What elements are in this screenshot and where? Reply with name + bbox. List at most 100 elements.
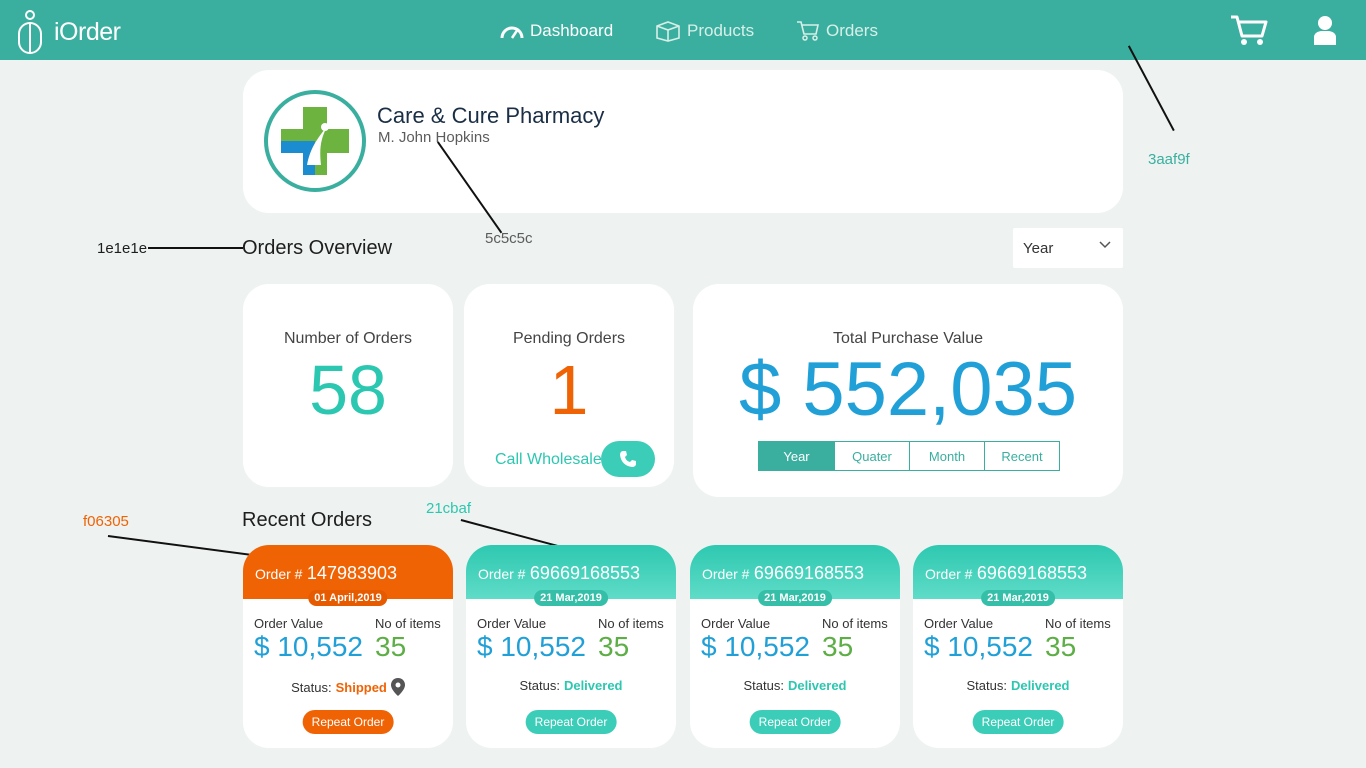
- pending-orders-card: Pending Orders 1 Call Wholesaler: [464, 284, 674, 487]
- total-purchase-card: Total Purchase Value $ 552,035 Year Quat…: [693, 284, 1123, 497]
- order-number-prefix: Order #: [925, 566, 973, 582]
- order-card[interactable]: Order # 69669168553 21 Mar,2019 Order Va…: [690, 545, 900, 748]
- order-status-value: Delivered: [1010, 678, 1070, 693]
- order-header: Order # 147983903 01 April,2019: [243, 545, 453, 606]
- order-items-label: No of items: [1045, 616, 1111, 631]
- tab-recent[interactable]: Recent: [984, 442, 1059, 470]
- order-card[interactable]: Order # 147983903 01 April,2019 Order Va…: [243, 545, 453, 748]
- annotation-header-color: 3aaf9f: [1148, 151, 1190, 168]
- order-value-label: Order Value: [254, 616, 324, 631]
- tab-year[interactable]: Year: [759, 442, 834, 470]
- number-of-orders-value: 58: [309, 351, 387, 429]
- app-logo-icon[interactable]: [14, 9, 46, 55]
- pending-orders-label: Pending Orders: [512, 330, 626, 347]
- order-number-prefix: Order #: [478, 566, 526, 582]
- annotation-orange-color: f06305: [83, 513, 129, 530]
- call-wholesaler-label[interactable]: Call Wholesaler: [495, 451, 607, 469]
- speedometer-icon: [500, 26, 524, 39]
- app-name[interactable]: iOrder: [54, 18, 121, 47]
- order-value: $ 10,552: [477, 631, 586, 662]
- order-value-label: Order Value: [477, 616, 547, 631]
- repeat-order-button[interactable]: Repeat Order: [302, 710, 394, 734]
- period-select-value: Year: [1023, 239, 1054, 257]
- order-status: Status: Delivered: [466, 678, 676, 693]
- order-status-label: Status:: [291, 679, 332, 695]
- order-status: Status: Delivered: [913, 678, 1123, 693]
- order-header: Order # 69669168553 21 Mar,2019: [690, 545, 900, 606]
- user-icon[interactable]: [1313, 15, 1337, 45]
- profile-card: Care & Cure Pharmacy M. John Hopkins: [243, 70, 1123, 213]
- total-purchase-label: Total Purchase Value: [832, 330, 983, 347]
- top-nav-bar: iOrder Dashboard Products Orders: [0, 0, 1366, 60]
- order-items-label: No of items: [598, 616, 664, 631]
- order-status-value: Delivered: [563, 678, 623, 693]
- pharmacy-name: Care & Cure Pharmacy: [377, 103, 605, 128]
- order-date: 21 Mar,2019: [534, 590, 608, 606]
- owner-name: M. John Hopkins: [378, 129, 490, 146]
- annotation-title-color: 1e1e1e: [97, 240, 148, 257]
- nav-orders[interactable]: Orders: [796, 18, 878, 44]
- chevron-down-icon: [1099, 241, 1111, 249]
- repeat-order-button[interactable]: Repeat Order: [749, 710, 841, 734]
- order-value-label: Order Value: [701, 616, 771, 631]
- order-number: 69669168553: [976, 563, 1088, 583]
- order-value: $ 10,552: [924, 631, 1033, 662]
- order-header: Order # 69669168553 21 Mar,2019: [466, 545, 676, 606]
- order-number: 147983903: [306, 563, 398, 583]
- order-date: 21 Mar,2019: [981, 590, 1055, 606]
- nav-dashboard[interactable]: Dashboard: [500, 18, 613, 44]
- phone-icon: [620, 451, 636, 467]
- annotation-line: [148, 247, 243, 249]
- order-card[interactable]: Order # 69669168553 21 Mar,2019 Order Va…: [466, 545, 676, 748]
- pharmacy-cross-icon: [281, 107, 349, 175]
- order-number-prefix: Order #: [702, 566, 750, 582]
- order-date: 21 Mar,2019: [758, 590, 832, 606]
- order-date: 01 April,2019: [308, 590, 388, 606]
- number-of-orders-card: Number of Orders 58: [243, 284, 453, 487]
- order-value: $ 10,552: [254, 631, 363, 662]
- order-card[interactable]: Order # 69669168553 21 Mar,2019 Order Va…: [913, 545, 1123, 748]
- repeat-order-button[interactable]: Repeat Order: [525, 710, 617, 734]
- shopping-cart-icon[interactable]: [1230, 14, 1268, 46]
- order-items: 35: [598, 631, 630, 662]
- order-status: Status: Delivered: [690, 678, 900, 693]
- orders-overview-title: Orders Overview: [242, 237, 393, 259]
- annotation-blue-color: 21cbaf: [426, 500, 472, 517]
- order-number-prefix: Order #: [255, 566, 303, 582]
- period-tabs: Year Quater Month Recent: [758, 441, 1060, 471]
- order-status: Status: Shipped: [243, 678, 453, 696]
- nav-products-label: Products: [687, 21, 755, 40]
- order-items-label: No of items: [375, 616, 441, 631]
- period-select[interactable]: Year: [1013, 228, 1123, 268]
- order-items: 35: [822, 631, 854, 662]
- number-of-orders-label: Number of Orders: [283, 330, 413, 347]
- nav-products[interactable]: Products: [655, 18, 754, 44]
- order-header: Order # 69669168553 21 Mar,2019: [913, 545, 1123, 606]
- cart-icon: [797, 21, 819, 41]
- order-items: 35: [1045, 631, 1077, 662]
- nav-orders-label: Orders: [826, 21, 878, 40]
- tab-quarter[interactable]: Quater: [834, 442, 909, 470]
- pharmacy-logo: [264, 90, 366, 192]
- annotation-owner-color: 5c5c5c: [485, 230, 533, 247]
- order-value: $ 10,552: [701, 631, 810, 662]
- order-items-label: No of items: [822, 616, 888, 631]
- map-pin-icon[interactable]: [390, 678, 405, 696]
- pending-orders-value: 1: [549, 351, 589, 429]
- order-number: 69669168553: [529, 563, 641, 583]
- order-status-label: Status:: [743, 678, 784, 693]
- order-value-label: Order Value: [924, 616, 994, 631]
- order-status-value: Delivered: [787, 678, 847, 693]
- order-status-label: Status:: [519, 678, 560, 693]
- order-items: 35: [375, 631, 407, 662]
- tab-month[interactable]: Month: [909, 442, 984, 470]
- call-wholesaler-button[interactable]: [601, 441, 655, 477]
- repeat-order-button[interactable]: Repeat Order: [972, 710, 1064, 734]
- nav-dashboard-label: Dashboard: [530, 21, 614, 40]
- recent-orders-title: Recent Orders: [242, 509, 373, 531]
- order-status-label: Status:: [966, 678, 1007, 693]
- order-number: 69669168553: [753, 563, 865, 583]
- box-icon: [656, 21, 680, 42]
- total-purchase-value: $ 552,035: [738, 347, 1078, 432]
- order-status-value: Shipped: [335, 679, 387, 695]
